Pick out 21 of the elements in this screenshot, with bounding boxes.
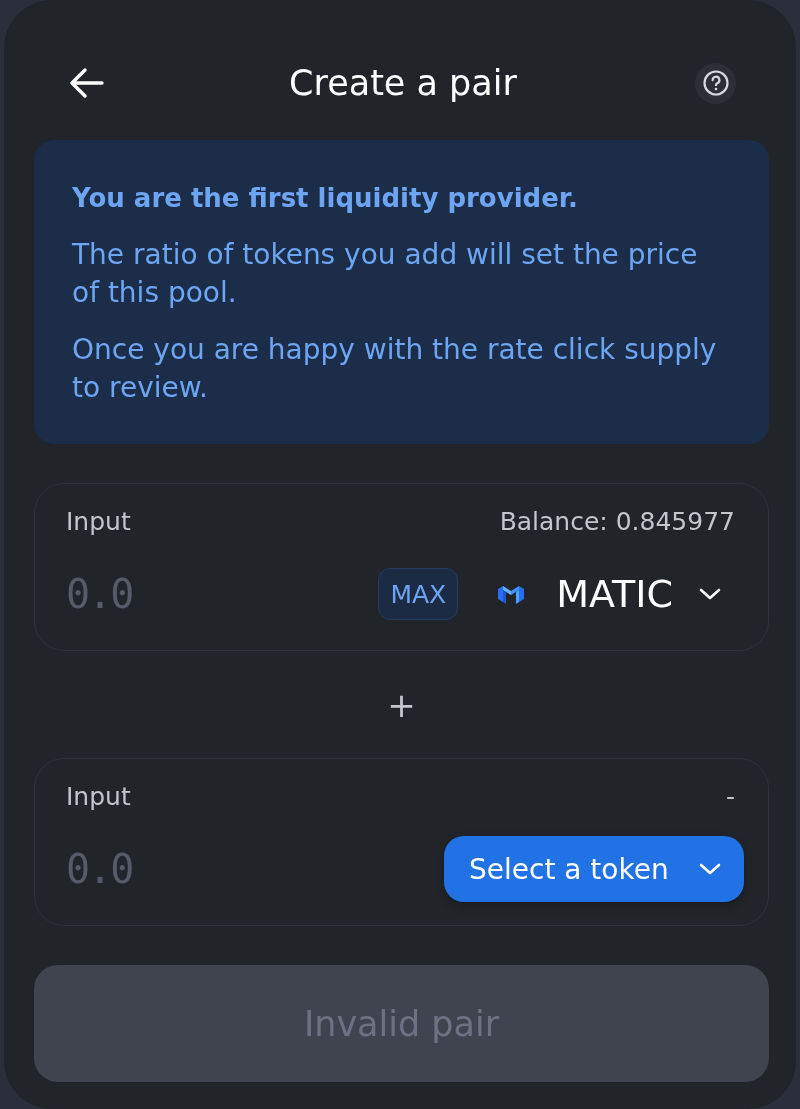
help-button[interactable]: [695, 62, 736, 104]
info-title: You are the first liquidity provider.: [72, 182, 579, 215]
amount-input[interactable]: 0.0: [66, 569, 176, 619]
balance-text: Balance: 0.845977: [499, 509, 735, 535]
input-label: Input: [66, 784, 131, 810]
plus-sign: +: [387, 686, 416, 723]
max-button[interactable]: MAX: [378, 568, 459, 620]
token-select-button[interactable]: MATIC: [498, 569, 744, 619]
amount-input[interactable]: 0.0: [66, 844, 176, 894]
info-text: The ratio of tokens you add will set the price of this pool.: [72, 237, 699, 311]
back-button[interactable]: [70, 68, 104, 98]
input-label: Input: [66, 509, 131, 535]
arrow-left-icon: [70, 68, 104, 98]
select-token-button[interactable]: Select a token: [444, 836, 744, 902]
info-text: Once you are happy with the rate click supply to review.: [72, 332, 718, 406]
chevron-down-icon: [699, 863, 721, 875]
page-title: Create a pair: [289, 62, 517, 105]
balance-text: -: [725, 784, 735, 810]
help-icon: [702, 70, 729, 96]
m-logo-icon: [498, 584, 525, 604]
chevron-down-icon: [699, 588, 721, 600]
